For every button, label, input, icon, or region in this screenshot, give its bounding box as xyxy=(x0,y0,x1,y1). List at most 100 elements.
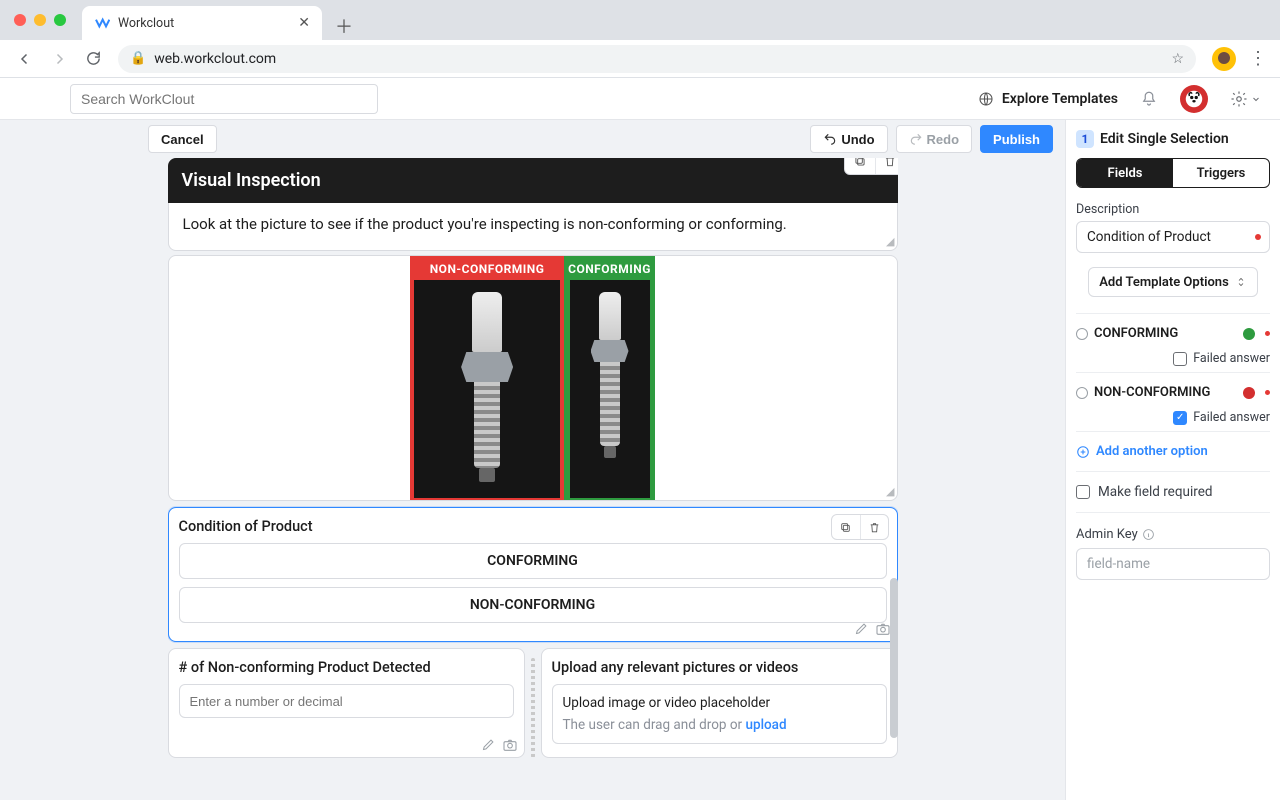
tab-triggers[interactable]: Triggers xyxy=(1173,159,1269,187)
close-window-icon[interactable] xyxy=(14,14,26,26)
description-label: Description xyxy=(1076,202,1270,217)
description-input[interactable]: Condition of Product xyxy=(1076,221,1270,253)
section-description[interactable]: Look at the picture to see if the produc… xyxy=(168,203,898,251)
duplicate-card-button[interactable] xyxy=(832,515,860,539)
undo-button[interactable]: Undo xyxy=(810,125,887,153)
properties-panel: 1 Edit Single Selection Fields Triggers … xyxy=(1065,120,1280,800)
duplicate-section-button[interactable] xyxy=(845,158,875,174)
redo-icon xyxy=(909,132,923,146)
pencil-icon[interactable] xyxy=(481,737,496,752)
card-foot-icons xyxy=(854,621,891,637)
nonconforming-label: NON-CONFORMING xyxy=(430,260,545,280)
plus-circle-icon xyxy=(1076,445,1090,459)
failed-answer-row[interactable]: ✓ Failed answer xyxy=(1076,410,1270,425)
explore-templates-link[interactable]: Explore Templates xyxy=(978,91,1118,107)
option-row-nonconforming[interactable]: NON-CONFORMING ✓ Failed answer xyxy=(1076,372,1270,431)
delete-card-button[interactable] xyxy=(860,515,888,539)
address-bar-row: 🔒 web.workclout.com ☆ ⋮ xyxy=(0,40,1280,78)
close-tab-icon[interactable]: ✕ xyxy=(298,15,310,31)
gear-icon xyxy=(1230,90,1248,108)
card-title: # of Non-conforming Product Detected xyxy=(179,659,514,676)
panel-tabs: Fields Triggers xyxy=(1076,158,1270,188)
form-canvas: Visual Inspection Look at the picture to… xyxy=(168,158,898,800)
address-bar[interactable]: 🔒 web.workclout.com ☆ xyxy=(118,45,1196,73)
checkbox-icon[interactable]: ✓ xyxy=(1173,411,1187,425)
browser-menu-icon[interactable]: ⋮ xyxy=(1244,48,1272,69)
cancel-button[interactable]: Cancel xyxy=(148,125,217,153)
required-dot-icon xyxy=(1255,234,1261,240)
notifications-icon[interactable] xyxy=(1140,90,1158,108)
undo-icon xyxy=(823,132,837,146)
card-actions xyxy=(831,514,889,540)
card-title: Condition of Product xyxy=(179,518,887,535)
lock-icon: 🔒 xyxy=(130,51,146,66)
search-field[interactable] xyxy=(81,91,367,107)
publish-button[interactable]: Publish xyxy=(980,125,1053,153)
color-swatch[interactable] xyxy=(1243,387,1255,399)
upload-dropzone[interactable]: Upload image or video placeholder The us… xyxy=(552,684,887,744)
resize-grip-icon[interactable] xyxy=(531,658,535,758)
option-conforming[interactable]: CONFORMING xyxy=(179,543,887,579)
upload-link[interactable]: upload xyxy=(745,717,786,733)
section-header[interactable]: Visual Inspection xyxy=(168,158,898,203)
back-button[interactable] xyxy=(8,45,42,73)
chevron-down-icon xyxy=(1250,93,1262,105)
copy-icon xyxy=(853,158,867,168)
step-number: 1 xyxy=(1076,130,1094,148)
canvas-pane: Cancel Undo Redo Publish Visual Inspecti… xyxy=(0,120,1065,800)
header-actions: Explore Templates xyxy=(978,85,1262,113)
favicon-icon xyxy=(94,15,110,31)
camera-icon[interactable] xyxy=(875,621,891,637)
new-tab-button[interactable]: ＋ xyxy=(330,12,358,40)
admin-key-label: Admin Key xyxy=(1076,527,1270,542)
radio-icon[interactable] xyxy=(1076,387,1088,399)
required-dot-icon xyxy=(1265,390,1270,395)
browser-tab[interactable]: Workclout ✕ xyxy=(82,6,322,40)
reference-image-panel[interactable]: NON-CONFORMING CONFORMING ◢ xyxy=(168,255,898,501)
upload-card[interactable]: Upload any relevant pictures or videos U… xyxy=(541,648,898,758)
forward-button[interactable] xyxy=(42,45,76,73)
nonconforming-image xyxy=(414,280,560,498)
option-row-conforming[interactable]: CONFORMING Failed answer xyxy=(1076,313,1270,372)
nonconforming-column: NON-CONFORMING xyxy=(410,256,564,501)
reference-image: NON-CONFORMING CONFORMING xyxy=(410,256,655,501)
app-body: Cancel Undo Redo Publish Visual Inspecti… xyxy=(0,120,1280,800)
panel-title: 1 Edit Single Selection xyxy=(1076,130,1270,148)
settings-menu[interactable] xyxy=(1230,90,1262,108)
reload-button[interactable] xyxy=(76,45,110,73)
window-controls[interactable] xyxy=(14,14,66,26)
checkbox-icon[interactable] xyxy=(1076,485,1090,499)
color-swatch[interactable] xyxy=(1243,328,1255,340)
option-nonconforming[interactable]: NON-CONFORMING xyxy=(179,587,887,623)
count-input[interactable] xyxy=(179,684,514,718)
make-required-row[interactable]: Make field required xyxy=(1076,472,1270,513)
camera-icon[interactable] xyxy=(502,737,518,753)
bookmark-star-icon[interactable]: ☆ xyxy=(1171,51,1184,67)
scrollbar-track[interactable] xyxy=(890,158,898,800)
tab-title: Workclout xyxy=(118,16,298,31)
org-avatar[interactable] xyxy=(1180,85,1208,113)
option-label: NON-CONFORMING xyxy=(1094,385,1210,400)
profile-avatar[interactable] xyxy=(1212,47,1236,71)
checkbox-icon[interactable] xyxy=(1173,352,1187,366)
minimize-window-icon[interactable] xyxy=(34,14,46,26)
add-another-option-link[interactable]: Add another option xyxy=(1076,431,1270,472)
tab-fields[interactable]: Fields xyxy=(1077,159,1173,187)
admin-key-input[interactable]: field-name xyxy=(1076,548,1270,580)
pencil-icon[interactable] xyxy=(854,621,869,636)
app-header: Explore Templates xyxy=(0,78,1280,120)
info-icon[interactable] xyxy=(1142,528,1155,541)
search-input[interactable] xyxy=(70,84,378,114)
conforming-image xyxy=(570,280,650,498)
card-foot-icons xyxy=(481,737,518,753)
scrollbar-thumb[interactable] xyxy=(890,578,898,738)
count-card[interactable]: # of Non-conforming Product Detected xyxy=(168,648,525,758)
panel-title-text: Edit Single Selection xyxy=(1100,131,1229,147)
add-template-options-button[interactable]: Add Template Options xyxy=(1088,267,1258,297)
condition-card[interactable]: Condition of Product CONFORMING NON-CONF… xyxy=(168,507,898,642)
radio-icon[interactable] xyxy=(1076,328,1088,340)
two-column-row: # of Non-conforming Product Detected Upl… xyxy=(168,648,898,758)
maximize-window-icon[interactable] xyxy=(54,14,66,26)
failed-answer-row[interactable]: Failed answer xyxy=(1076,351,1270,366)
redo-button[interactable]: Redo xyxy=(896,125,973,153)
